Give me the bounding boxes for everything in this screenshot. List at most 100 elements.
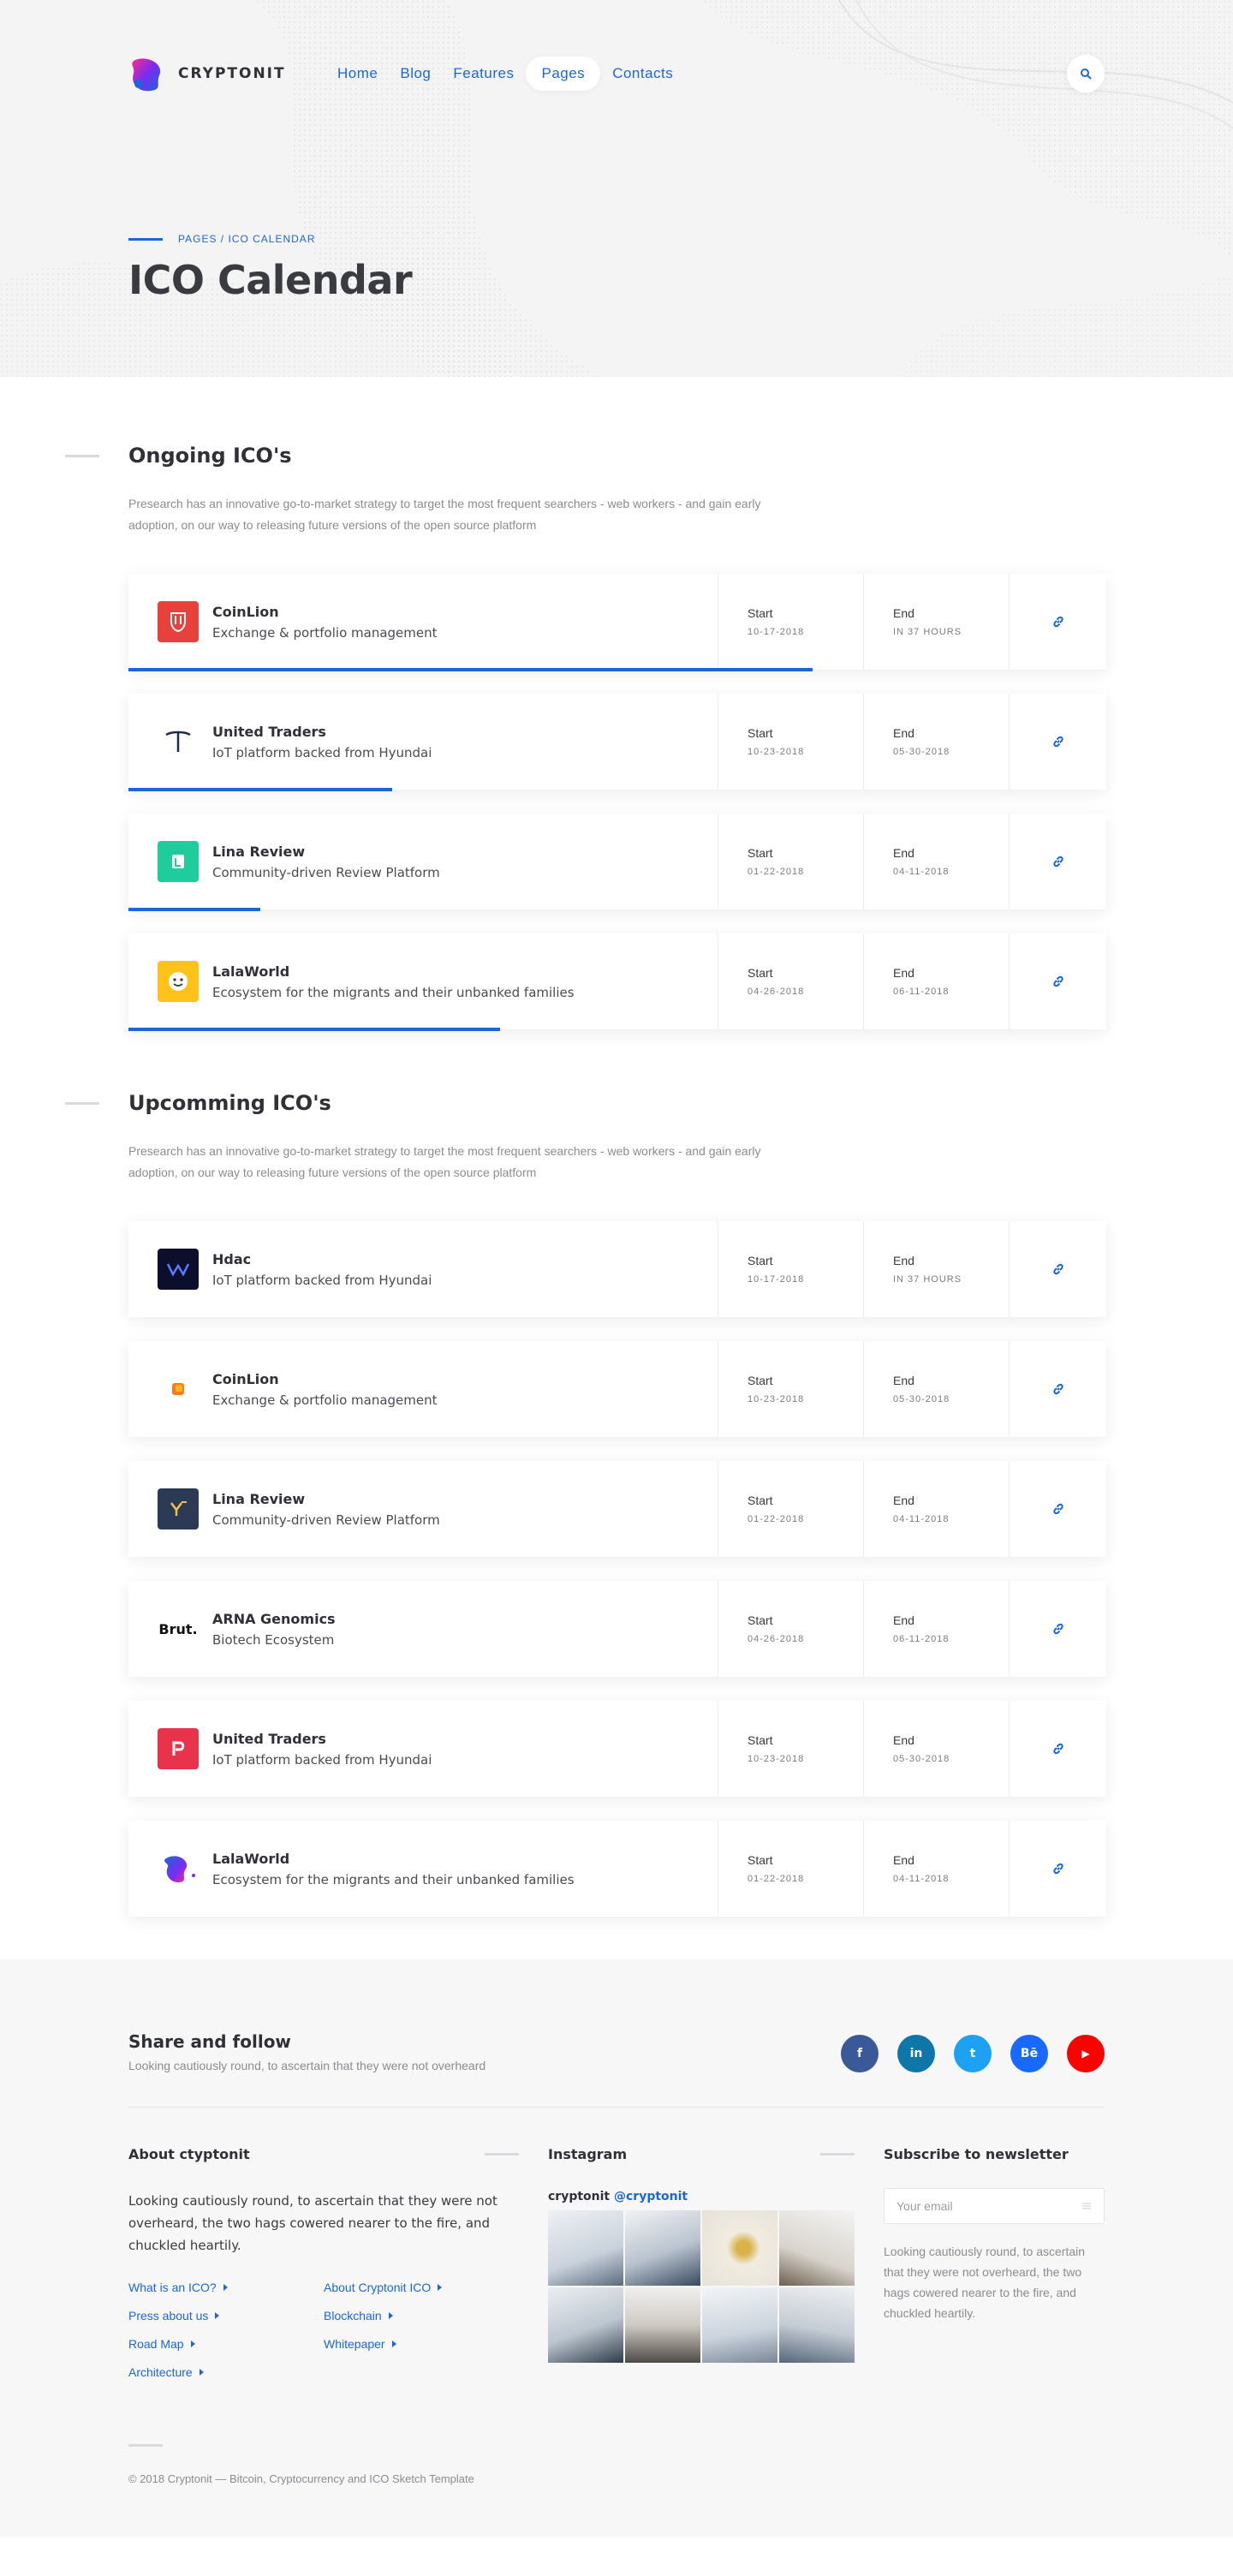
ico-link-button[interactable] bbox=[1009, 1221, 1106, 1317]
instagram-photo[interactable] bbox=[625, 2287, 700, 2363]
arrow-right-icon bbox=[190, 2340, 195, 2347]
nav-home[interactable]: Home bbox=[327, 57, 388, 91]
ico-progress-bar bbox=[128, 788, 393, 791]
ico-end: End 06-11-2018 bbox=[863, 1581, 1009, 1677]
link-icon bbox=[1052, 1383, 1063, 1395]
facebook-icon[interactable]: f bbox=[841, 2035, 879, 2072]
instagram-photo[interactable] bbox=[702, 2210, 777, 2286]
link-label: Press about us bbox=[128, 2309, 209, 2323]
ico-end: End IN 37 HOURS bbox=[863, 574, 1009, 670]
ico-row[interactable]: United Traders IoT platform backed from H… bbox=[128, 1701, 1106, 1797]
link-what-is-ico[interactable]: What is an ICO? bbox=[128, 2281, 324, 2294]
ico-link-button[interactable] bbox=[1009, 574, 1106, 670]
footer: Share and follow Looking cautiously roun… bbox=[0, 1959, 1233, 2537]
ico-row[interactable]: Lina Review Community-driven Review Platf… bbox=[128, 814, 1106, 911]
cryptonit-logo-icon bbox=[132, 58, 161, 92]
main-menu: Home Blog Features Pages Contacts bbox=[327, 57, 685, 91]
link-road-map[interactable]: Road Map bbox=[128, 2337, 324, 2351]
ico-name[interactable]: CoinLion bbox=[212, 604, 438, 620]
ico-name[interactable]: Hdac bbox=[212, 1251, 432, 1267]
ico-link-button[interactable] bbox=[1009, 1581, 1106, 1677]
link-press[interactable]: Press about us bbox=[128, 2309, 324, 2323]
link-icon bbox=[1052, 616, 1063, 628]
instagram-handle[interactable]: cryptonit @cryptonit bbox=[548, 2190, 855, 2203]
instagram-photo[interactable] bbox=[779, 2210, 855, 2286]
ico-name[interactable]: LalaWorld bbox=[212, 963, 575, 980]
ico-link-button[interactable] bbox=[1009, 1701, 1106, 1797]
ico-progress-bar bbox=[128, 1028, 500, 1031]
ico-row[interactable]: Lina Review Community-driven Review Platf… bbox=[128, 1461, 1106, 1557]
ico-name[interactable]: United Traders bbox=[212, 724, 432, 740]
ico-row[interactable]: United Traders IoT platform backed from H… bbox=[128, 694, 1106, 791]
ico-name[interactable]: CoinLion bbox=[212, 1371, 438, 1387]
ico-row[interactable]: LalaWorld Ecosystem for the migrants and … bbox=[128, 933, 1106, 1031]
ico-link-button[interactable] bbox=[1009, 814, 1106, 909]
youtube-icon[interactable]: ▶ bbox=[1067, 2035, 1105, 2072]
blob-logo-icon bbox=[158, 1848, 199, 1889]
end-label: End bbox=[893, 726, 914, 740]
start-date: 10-17-2018 bbox=[748, 1274, 805, 1285]
brand-name: CRYPTONIT bbox=[178, 65, 286, 82]
instagram-photo[interactable] bbox=[702, 2287, 777, 2363]
link-blockchain[interactable]: Blockchain bbox=[324, 2309, 519, 2323]
ico-name[interactable]: Lina Review bbox=[212, 844, 440, 860]
ico-name[interactable]: ARNA Genomics bbox=[212, 1611, 336, 1627]
breadcrumb-text[interactable]: PAGES / ICO CALENDAR bbox=[178, 233, 315, 245]
ico-name[interactable]: United Traders bbox=[212, 1731, 432, 1747]
nav-contacts[interactable]: Contacts bbox=[602, 57, 683, 91]
ico-link-button[interactable] bbox=[1009, 933, 1106, 1029]
link-label: Blockchain bbox=[324, 2309, 382, 2323]
ico-row[interactable]: LalaWorld Ecosystem for the migrants and … bbox=[128, 1821, 1106, 1917]
ico-link-button[interactable] bbox=[1009, 1341, 1106, 1437]
instagram-photo[interactable] bbox=[548, 2210, 623, 2286]
start-label: Start bbox=[748, 1494, 773, 1507]
ongoing-description: Presearch has an innovative go-to-market… bbox=[128, 497, 761, 532]
ico-link-button[interactable] bbox=[1009, 1821, 1106, 1917]
link-label: What is an ICO? bbox=[128, 2281, 217, 2294]
nav-pages[interactable]: Pages bbox=[526, 57, 601, 91]
smiley-logo-icon bbox=[158, 961, 199, 1002]
ico-end: End 04-11-2018 bbox=[863, 814, 1009, 909]
start-label: Start bbox=[748, 966, 773, 980]
ico-description: IoT platform backed from Hyundai bbox=[212, 1272, 432, 1288]
ico-link-button[interactable] bbox=[1009, 694, 1106, 790]
ico-row[interactable]: Hdac IoT platform backed from Hyundai Star… bbox=[128, 1221, 1106, 1317]
twitter-icon[interactable]: t bbox=[954, 2035, 992, 2072]
start-date: 04-26-2018 bbox=[748, 1634, 805, 1644]
ico-description: Community-driven Review Platform bbox=[212, 1512, 440, 1528]
link-architecture[interactable]: Architecture bbox=[128, 2365, 324, 2379]
send-icon[interactable] bbox=[1081, 2202, 1092, 2210]
ico-name[interactable]: Lina Review bbox=[212, 1491, 440, 1507]
brand-logo[interactable]: CRYPTONIT bbox=[128, 55, 327, 92]
end-date: 05-30-2018 bbox=[893, 747, 950, 757]
ico-name[interactable]: LalaWorld bbox=[212, 1851, 575, 1867]
link-icon bbox=[1052, 736, 1063, 748]
ico-description: Exchange & portfolio management bbox=[212, 624, 438, 641]
behance-icon[interactable]: Bē bbox=[1010, 2035, 1048, 2072]
end-label: End bbox=[893, 1494, 914, 1507]
ico-link-button[interactable] bbox=[1009, 1461, 1106, 1557]
end-label: End bbox=[893, 606, 914, 620]
ico-row[interactable]: Brut. ARNA Genomics Biotech Ecosystem Start… bbox=[128, 1581, 1106, 1677]
instagram-photo[interactable] bbox=[625, 2210, 700, 2286]
email-field[interactable] bbox=[896, 2199, 1081, 2213]
upcoming-title: Upcomming ICO's bbox=[128, 1091, 331, 1115]
instagram-photo[interactable] bbox=[548, 2287, 623, 2363]
linkedin-icon[interactable]: in bbox=[897, 2035, 935, 2072]
end-date: IN 37 HOURS bbox=[893, 627, 962, 637]
search-button[interactable] bbox=[1067, 55, 1105, 92]
start-date: 04-26-2018 bbox=[748, 987, 805, 997]
ico-end: End 05-30-2018 bbox=[863, 1341, 1009, 1437]
nav-features[interactable]: Features bbox=[443, 57, 524, 91]
end-date: 06-11-2018 bbox=[893, 987, 950, 997]
link-about-ico[interactable]: About Cryptonit ICO bbox=[324, 2281, 519, 2294]
nav-blog[interactable]: Blog bbox=[390, 57, 441, 91]
link-icon bbox=[1052, 1743, 1063, 1755]
ico-row[interactable]: CoinLion Exchange & portfolio management S… bbox=[128, 574, 1106, 671]
ico-info: CoinLion Exchange & portfolio management bbox=[128, 574, 718, 670]
ico-info: CoinLion Exchange & portfolio management bbox=[128, 1341, 718, 1437]
ico-end: End IN 37 HOURS bbox=[863, 1221, 1009, 1317]
link-whitepaper[interactable]: Whitepaper bbox=[324, 2337, 519, 2351]
ico-row[interactable]: CoinLion Exchange & portfolio management S… bbox=[128, 1341, 1106, 1437]
instagram-photo[interactable] bbox=[779, 2287, 855, 2363]
